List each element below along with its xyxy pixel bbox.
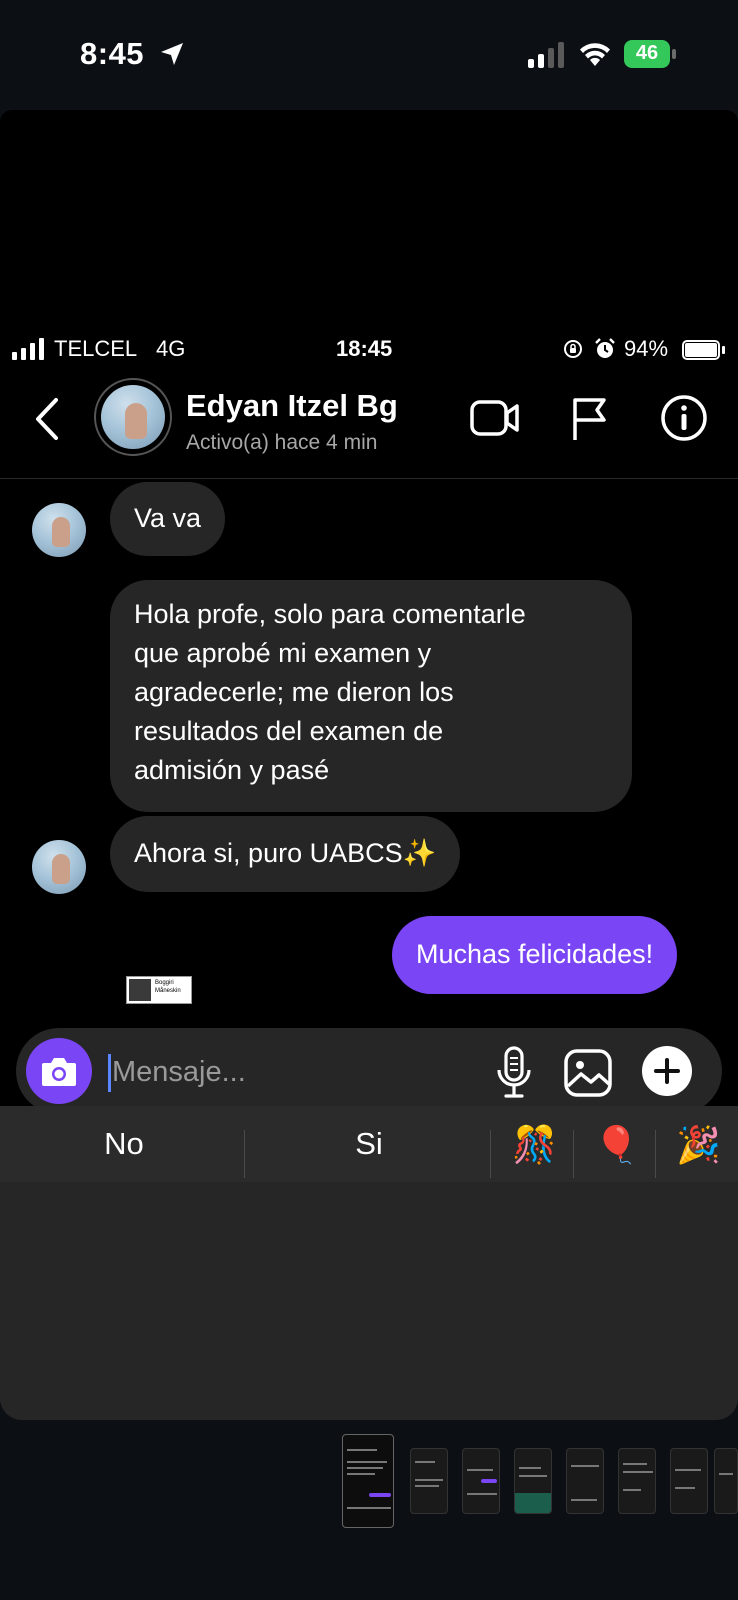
contact-avatar-image [101,385,165,449]
message-text: Muchas felicidades! [416,939,654,969]
location-arrow-icon [161,43,183,65]
screenshot-thumbnail[interactable] [462,1448,500,1514]
back-chevron-icon[interactable] [30,394,64,444]
message-line: Hola profe, solo para comentarle [134,599,526,629]
embedded-screenshot: TELCEL 4G 18:45 94% Edyan Itzel Bg Activ… [0,110,738,1420]
rotation-lock-icon [564,340,582,358]
gallery-icon[interactable] [563,1048,613,1098]
alarm-icon [595,338,615,358]
inner-signal-icon [12,338,44,360]
suggestion-emoji-confetti[interactable]: 🎊 [512,1124,557,1168]
contact-activity-status: Activo(a) hace 4 min [186,431,378,454]
message-line: admisión y pasé [134,755,330,785]
outer-time: 8:45 [80,36,145,71]
plus-icon [654,1058,680,1084]
suggestion-divider [573,1130,574,1178]
inner-network: 4G [156,336,186,361]
message-bubble-incoming[interactable]: Ahora si, puro UABCS✨ [110,816,461,892]
info-icon[interactable] [660,394,708,442]
microphone-icon[interactable] [494,1046,534,1100]
flag-icon[interactable] [570,396,610,442]
cellular-signal-icon [528,42,564,68]
screenshot-thumbnail[interactable] [714,1448,738,1514]
wifi-icon [580,43,610,66]
message-text: Ahora si, puro UABCS✨ [134,838,437,868]
message-bubble-outgoing[interactable]: Muchas felicidades! [392,916,678,994]
message-line: que aprobé mi examen y [134,638,432,668]
inner-carrier: TELCEL [54,336,138,361]
inner-time: 18:45 [336,336,393,361]
sticker-line: Boggiri [155,980,174,986]
header-divider [0,478,738,479]
album-art-thumbnail [129,979,151,1001]
message-avatar[interactable] [32,840,86,894]
contact-name[interactable]: Edyan Itzel Bg [186,388,398,424]
outer-status-bar: 8:45 46 [0,0,738,110]
contact-avatar[interactable] [94,378,172,456]
screenshot-thumbnail-strip [342,1434,738,1530]
screenshot-thumbnail-active[interactable] [342,1434,394,1528]
outer-battery-icon: 46 [624,40,676,68]
screenshot-thumbnail[interactable] [566,1448,604,1514]
suggestion-divider [490,1130,491,1178]
suggestion-word[interactable]: No [60,1126,188,1162]
screenshot-thumbnail[interactable] [410,1448,448,1514]
video-call-icon[interactable] [470,398,520,438]
screenshot-thumbnail[interactable] [514,1448,552,1514]
suggestion-divider [244,1130,245,1178]
camera-icon [42,1058,76,1086]
screenshot-thumbnail[interactable] [618,1448,656,1514]
message-bubble-incoming[interactable]: Va va [110,482,226,556]
suggestion-emoji-balloon[interactable]: 🎈 [594,1124,639,1168]
text-cursor [108,1054,111,1092]
message-input[interactable] [112,1050,442,1094]
sticker-line: Måneskin [155,988,181,994]
keyboard-body [0,1182,738,1420]
message-line: agradecerle; me dieron los [134,677,454,707]
suggestion-emoji-party-popper[interactable]: 🎉 [676,1124,721,1168]
outer-battery-level: 46 [635,42,659,64]
message-line: resultados del examen de [134,716,444,746]
screenshot-thumbnail[interactable] [670,1448,708,1514]
message-text: Va va [134,503,202,533]
suggestion-word[interactable]: Si [306,1126,432,1162]
suggestion-divider [655,1130,656,1178]
message-avatar[interactable] [32,503,86,557]
inner-battery-icon [682,340,726,360]
music-sticker-badge[interactable]: Boggiri Måneskin [126,976,192,1004]
inner-battery-percent: 94% [624,336,669,361]
message-bubble-incoming[interactable]: Hola profe, solo para comentarle que apr… [110,580,632,812]
